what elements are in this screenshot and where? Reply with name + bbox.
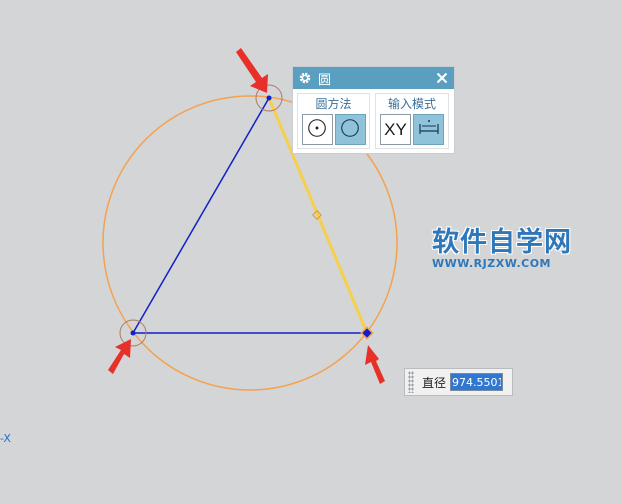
dialog-header[interactable]: 圆: [293, 67, 454, 89]
vertex-left[interactable]: [130, 330, 136, 336]
group-label-method: 圆方法: [315, 97, 352, 111]
xy-mode-button[interactable]: XY: [380, 114, 411, 145]
gear-icon[interactable]: [298, 71, 312, 85]
input-mode-group: 输入模式 XY: [375, 93, 449, 149]
center-point-icon: [306, 117, 328, 143]
watermark-title: 软件自学网: [432, 227, 572, 258]
diameter-label: 直径: [422, 375, 447, 390]
center-point-button[interactable]: [301, 114, 333, 145]
diameter-input[interactable]: [450, 373, 504, 391]
vertex-top[interactable]: [266, 95, 272, 101]
parameter-mode-icon: [417, 116, 441, 144]
circle-dialog: 圆 圆方法 输入模式 XY: [292, 66, 455, 154]
dialog-title: 圆: [318, 72, 332, 88]
parameter-mode-button[interactable]: [413, 114, 444, 145]
drag-grip[interactable]: [408, 371, 414, 393]
red-arrow-icon: [108, 339, 131, 374]
red-arrow-icon: [365, 345, 385, 384]
red-arrow-icon: [236, 48, 268, 93]
watermark: 软件自学网 WWW.RJZXW.COM: [432, 220, 572, 270]
diameter-input-box: 直径: [404, 368, 513, 396]
three-point-circle-button[interactable]: [334, 114, 366, 145]
xy-mode-label: XY: [384, 119, 407, 139]
group-label-input: 输入模式: [387, 97, 436, 111]
close-icon[interactable]: [436, 72, 448, 84]
axis-label-x: -X: [0, 432, 11, 445]
triangle-edge-left: [132, 97, 270, 334]
three-point-circle-icon: [339, 117, 361, 143]
circle-method-group: 圆方法: [297, 93, 370, 149]
